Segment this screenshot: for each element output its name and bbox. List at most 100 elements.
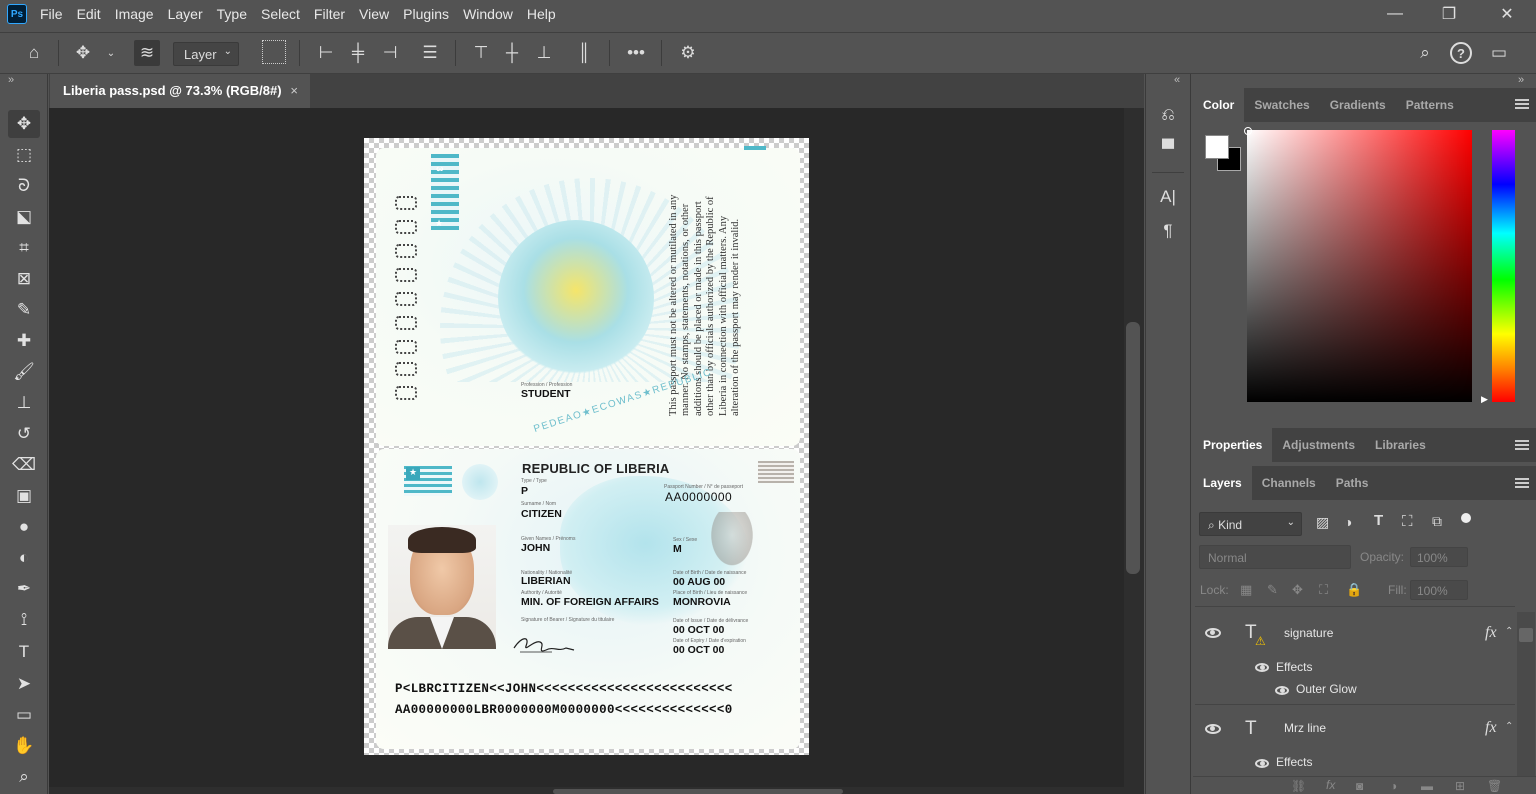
delete-layer-icon[interactable]: 🗑 bbox=[1487, 779, 1502, 793]
blend-mode-dropdown[interactable]: Normal bbox=[1199, 545, 1351, 569]
chevron-down-icon[interactable]: ⌄ bbox=[98, 40, 124, 66]
vertical-scroll-thumb[interactable] bbox=[1126, 322, 1140, 574]
panel-menu-icon[interactable] bbox=[1515, 440, 1529, 450]
tab-swatches[interactable]: Swatches bbox=[1244, 88, 1319, 122]
add-mask-icon[interactable]: ◙ bbox=[1356, 779, 1363, 793]
tab-paths[interactable]: Paths bbox=[1326, 466, 1379, 500]
tab-properties[interactable]: Properties bbox=[1193, 428, 1273, 462]
close-window-button[interactable]: ✕ bbox=[1484, 0, 1530, 28]
tab-libraries[interactable]: Libraries bbox=[1365, 428, 1436, 462]
shape-filter-icon[interactable]: ⛶ bbox=[1402, 513, 1413, 530]
lock-position-icon[interactable]: ✥ bbox=[1292, 582, 1303, 598]
clone-stamp-tool-icon[interactable]: ⊥ bbox=[8, 389, 40, 417]
new-layer-icon[interactable]: ⊞ bbox=[1455, 779, 1465, 793]
paragraph-icon[interactable]: ¶ bbox=[1154, 218, 1182, 244]
type-filter-icon[interactable]: T bbox=[1374, 512, 1383, 529]
color-field[interactable] bbox=[1247, 130, 1472, 402]
more-options-icon[interactable]: ••• bbox=[623, 40, 649, 66]
menu-select[interactable]: Select bbox=[254, 0, 307, 28]
fill-field[interactable]: 100% bbox=[1410, 580, 1468, 600]
menu-layer[interactable]: Layer bbox=[161, 0, 210, 28]
lasso-tool-icon[interactable]: ᘐ bbox=[8, 172, 40, 200]
zoom-tool-icon[interactable]: ⌕ bbox=[8, 763, 40, 791]
layers-scroll-thumb[interactable] bbox=[1519, 628, 1533, 642]
effects-visibility-eye-icon[interactable] bbox=[1255, 663, 1269, 672]
menu-type[interactable]: Type bbox=[210, 0, 254, 28]
menu-image[interactable]: Image bbox=[108, 0, 161, 28]
adjustment-layer-icon[interactable]: ◑ bbox=[1390, 779, 1397, 793]
layer-signature[interactable]: T ⚠ signature fx ⌃ Effects Outer Glow bbox=[1195, 610, 1517, 702]
auto-select-dropdown[interactable]: Layer ⌄ bbox=[173, 42, 239, 66]
hand-tool-icon[interactable]: ✋ bbox=[8, 732, 40, 760]
link-layers-icon[interactable]: ⛓ bbox=[1291, 779, 1306, 793]
align-middle-icon[interactable]: ┼ bbox=[499, 40, 525, 66]
layer-mrz-line[interactable]: T Mrz line fx ⌃ Effects bbox=[1195, 706, 1517, 776]
align-center-icon[interactable]: ╪ bbox=[345, 40, 371, 66]
history-icon[interactable]: ⎌ bbox=[1154, 102, 1182, 128]
tab-color[interactable]: Color bbox=[1193, 88, 1245, 122]
move-tool-icon[interactable]: ✥ bbox=[70, 40, 96, 66]
document-tab[interactable]: Liberia pass.psd @ 73.3% (RGB/8#) × bbox=[50, 74, 310, 108]
eyedropper-tool-icon[interactable]: ✎ bbox=[8, 296, 40, 324]
menu-plugins[interactable]: Plugins bbox=[396, 0, 456, 28]
pen-tool-icon[interactable]: ✒ bbox=[8, 575, 40, 603]
close-tab-icon[interactable]: × bbox=[290, 83, 298, 98]
align-right-icon[interactable]: ⊣ bbox=[377, 40, 403, 66]
search-icon[interactable]: ⌕ bbox=[1412, 40, 1438, 66]
eraser-tool-icon[interactable]: ⌫ bbox=[8, 451, 40, 479]
menu-help[interactable]: Help bbox=[520, 0, 563, 28]
type-tool-icon[interactable]: T bbox=[8, 638, 40, 666]
gradient-tool-icon[interactable]: ▣ bbox=[8, 482, 40, 510]
tab-gradients[interactable]: Gradients bbox=[1320, 88, 1396, 122]
lock-pixels-icon[interactable]: ✎ bbox=[1267, 582, 1278, 598]
visibility-eye-icon[interactable] bbox=[1205, 724, 1221, 734]
gear-icon[interactable]: ⚙ bbox=[675, 40, 701, 66]
filter-kind-dropdown[interactable]: ⌕ Kind ⌄ bbox=[1199, 512, 1302, 536]
layer-effects-icon[interactable]: fx bbox=[1485, 719, 1497, 737]
brush-tool-icon[interactable]: 🖌 bbox=[8, 358, 40, 386]
restore-button[interactable]: ❐ bbox=[1426, 0, 1472, 28]
dodge-tool-icon[interactable]: ◐ bbox=[8, 544, 40, 572]
menu-window[interactable]: Window bbox=[456, 0, 520, 28]
menu-view[interactable]: View bbox=[352, 0, 396, 28]
collapse-toolbar-icon[interactable]: » bbox=[8, 74, 14, 86]
home-icon[interactable]: ⌂ bbox=[21, 40, 47, 66]
color-picker-handle[interactable] bbox=[1244, 127, 1252, 135]
comment-icon[interactable]: ▀ bbox=[1154, 136, 1182, 162]
tab-adjustments[interactable]: Adjustments bbox=[1272, 428, 1365, 462]
align-top-icon[interactable]: ⊤ bbox=[468, 40, 494, 66]
menu-file[interactable]: File bbox=[33, 0, 70, 28]
lock-transparent-icon[interactable]: ▦ bbox=[1240, 582, 1252, 598]
collapse-icon[interactable]: « bbox=[1174, 74, 1180, 86]
align-bottom-icon[interactable]: ⊥ bbox=[531, 40, 557, 66]
add-style-icon[interactable]: fx bbox=[1326, 778, 1335, 792]
tab-layers[interactable]: Layers bbox=[1193, 466, 1252, 500]
visibility-eye-icon[interactable] bbox=[1205, 628, 1221, 638]
filter-toggle-icon[interactable] bbox=[1461, 513, 1471, 523]
menu-filter[interactable]: Filter bbox=[307, 0, 352, 28]
align-left-icon[interactable]: ⊢ bbox=[313, 40, 339, 66]
tab-channels[interactable]: Channels bbox=[1252, 466, 1326, 500]
auto-select-layers-icon[interactable]: ≋ bbox=[134, 40, 160, 66]
panel-menu-icon[interactable] bbox=[1515, 478, 1529, 488]
image-filter-icon[interactable]: ▨ bbox=[1316, 514, 1329, 531]
healing-brush-tool-icon[interactable]: ✚ bbox=[8, 327, 40, 355]
lock-artboard-icon[interactable]: ⛶ bbox=[1319, 582, 1328, 598]
marquee-tool-icon[interactable]: ⬚ bbox=[8, 141, 40, 169]
help-icon[interactable]: ? bbox=[1450, 42, 1472, 64]
transform-controls-icon[interactable] bbox=[262, 40, 286, 64]
workspace-icon[interactable]: ▭ bbox=[1486, 40, 1512, 66]
minimize-button[interactable]: — bbox=[1372, 0, 1418, 28]
object-selection-tool-icon[interactable]: ⬕ bbox=[8, 203, 40, 231]
foreground-color-swatch[interactable] bbox=[1205, 135, 1229, 159]
collapse-icon[interactable]: » bbox=[1518, 74, 1524, 86]
smart-object-filter-icon[interactable]: ⧉ bbox=[1432, 513, 1442, 530]
blur-tool-icon[interactable]: ● bbox=[8, 513, 40, 541]
panel-menu-icon[interactable] bbox=[1515, 99, 1529, 109]
hue-slider-handle[interactable]: ▶ bbox=[1481, 394, 1488, 405]
tab-patterns[interactable]: Patterns bbox=[1396, 88, 1464, 122]
opacity-field[interactable]: 100% bbox=[1410, 547, 1468, 567]
rectangle-tool-icon[interactable]: ▭ bbox=[8, 701, 40, 729]
hue-slider[interactable] bbox=[1492, 130, 1515, 402]
horizontal-scroll-thumb[interactable] bbox=[553, 789, 843, 794]
